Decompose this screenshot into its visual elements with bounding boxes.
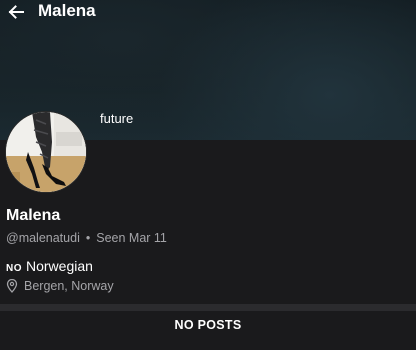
language-code: NO (6, 263, 22, 274)
arrow-left-icon (8, 5, 24, 19)
last-seen: Seen Mar 11 (96, 231, 167, 245)
avatar-photo (6, 112, 86, 192)
section-divider (0, 304, 416, 311)
meta-separator: • (85, 231, 91, 245)
display-name: Malena (6, 207, 61, 224)
map-pin-icon (6, 279, 18, 293)
bio-snippet: future (100, 111, 134, 126)
language-name: Norwegian (26, 258, 93, 274)
page-title: Malena (38, 1, 96, 20)
username: @malenatudi (6, 231, 80, 245)
avatar[interactable] (5, 111, 87, 193)
language-row: NO Norwegian (6, 258, 93, 274)
top-bar: Malena (0, 0, 416, 26)
location-text: Bergen, Norway (24, 279, 114, 293)
profile-meta: @malenatudi • Seen Mar 11 (6, 231, 167, 245)
no-posts-label: NO POSTS (174, 318, 242, 332)
location-row: Bergen, Norway (6, 279, 114, 293)
back-button[interactable] (4, 0, 28, 24)
